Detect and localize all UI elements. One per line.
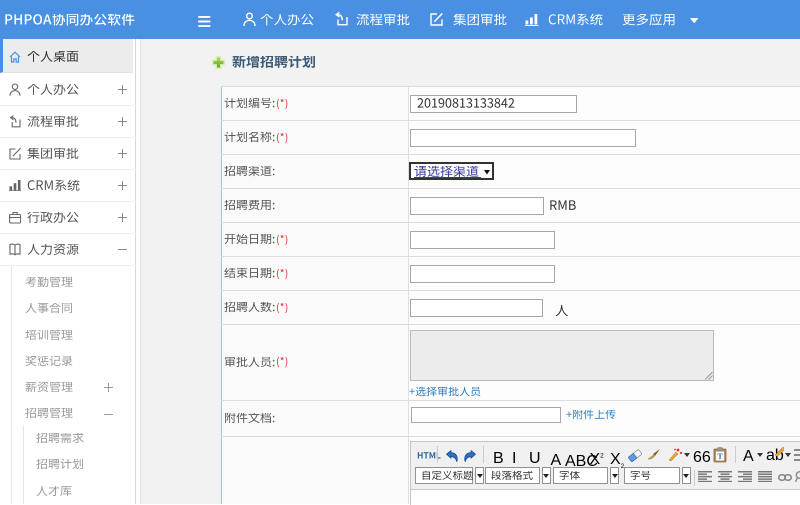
svg-text:T: T (717, 452, 723, 461)
